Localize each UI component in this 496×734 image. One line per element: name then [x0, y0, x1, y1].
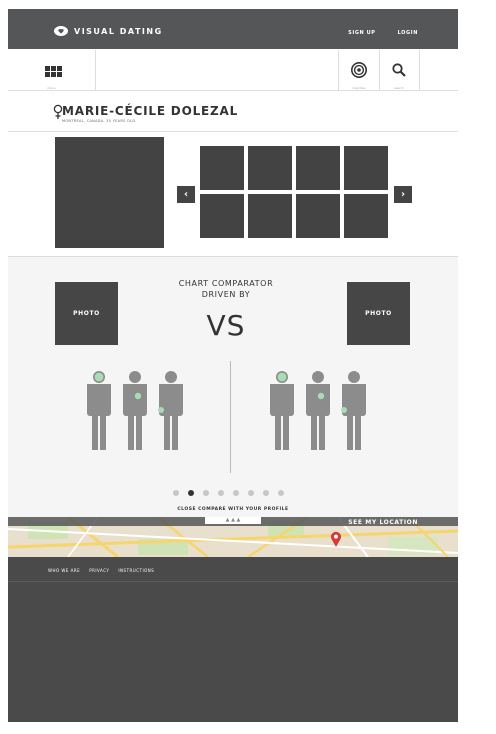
- person-figure-icon: [306, 371, 330, 450]
- photo-thumbnail[interactable]: [200, 146, 244, 190]
- person-figure-icon: [270, 371, 294, 450]
- matches-button[interactable]: matches: [338, 50, 380, 90]
- footer-link-instructions[interactable]: INSTRUCTIONS: [118, 568, 154, 573]
- photo-thumbnail[interactable]: [200, 194, 244, 238]
- carousel-dot[interactable]: [203, 490, 209, 496]
- see-location-link[interactable]: SEE MY LOCATION: [348, 519, 418, 526]
- right-people-figures: [270, 371, 366, 450]
- search-caption: search: [394, 86, 404, 90]
- photo-thumbnail[interactable]: [344, 146, 388, 190]
- profile-name: MARIE-CÉCILE DOLEZAL: [62, 104, 239, 118]
- profile-meta: MONTREAL, CANADA, 35 YEARS OLD: [62, 119, 136, 123]
- comparator-title: CHART COMPARATOR DRIVEN BY: [158, 278, 294, 300]
- photo-thumbnail[interactable]: [248, 194, 292, 238]
- photo-thumbnail[interactable]: [296, 194, 340, 238]
- footer-link-privacy[interactable]: PRIVACY: [89, 568, 109, 573]
- gallery-next-button[interactable]: ›: [394, 186, 412, 203]
- login-link[interactable]: LOGIN: [398, 30, 418, 36]
- main-profile-photo[interactable]: [55, 137, 164, 248]
- footer-divider: [8, 581, 458, 582]
- brand[interactable]: VISUAL DATING: [54, 26, 163, 36]
- photo-thumbnail[interactable]: [296, 146, 340, 190]
- photo-thumbnails: [200, 146, 388, 238]
- left-people-figures: [87, 371, 183, 450]
- vs-label: VS: [206, 309, 246, 342]
- photo-thumbnail[interactable]: [344, 194, 388, 238]
- carousel-dots: [173, 490, 284, 496]
- carousel-dot[interactable]: [263, 490, 269, 496]
- carousel-dot[interactable]: [218, 490, 224, 496]
- left-photo-placeholder[interactable]: PHOTO: [55, 282, 118, 345]
- menu-caption: menu: [47, 86, 56, 90]
- grid-menu-icon: [45, 66, 63, 78]
- search-icon: [392, 63, 406, 77]
- icon-toolbar: menu matches search: [8, 50, 458, 91]
- map-expand-toggle[interactable]: ▲ ▲ ▲: [205, 517, 261, 524]
- eye-heart-icon: [54, 26, 68, 36]
- comparator-divider: [230, 361, 231, 473]
- top-header: VISUAL DATING SIGN UP LOGIN: [8, 9, 458, 49]
- person-figure-icon: [341, 371, 366, 450]
- gallery-prev-button[interactable]: ‹: [177, 186, 195, 203]
- search-button[interactable]: search: [379, 50, 420, 90]
- carousel-dot[interactable]: [233, 490, 239, 496]
- target-icon: [351, 62, 367, 78]
- right-photo-placeholder[interactable]: PHOTO: [347, 282, 410, 345]
- matches-caption: matches: [352, 86, 366, 90]
- chart-comparator-panel: PHOTO CHART COMPARATOR DRIVEN BY VS PHOT…: [8, 256, 458, 519]
- menu-button[interactable]: menu: [8, 50, 96, 90]
- footer: WHO WE ARE PRIVACY INSTRUCTIONS: [8, 557, 458, 722]
- location-map[interactable]: ▲ ▲ ▲ SEE MY LOCATION: [8, 517, 458, 557]
- carousel-dot[interactable]: [173, 490, 179, 496]
- brand-label: VISUAL DATING: [74, 26, 163, 36]
- person-figure-icon: [87, 371, 111, 450]
- carousel-dot[interactable]: [278, 490, 284, 496]
- page-frame: VISUAL DATING SIGN UP LOGIN menu matches: [8, 9, 458, 722]
- close-compare-link[interactable]: CLOSE COMPARE WITH YOUR PROFILE: [128, 507, 338, 512]
- footer-link-who-we-are[interactable]: WHO WE ARE: [48, 568, 80, 573]
- footer-links: WHO WE ARE PRIVACY INSTRUCTIONS: [48, 568, 154, 573]
- map-pin-icon: [331, 531, 341, 547]
- comparator-title-line2: DRIVEN BY: [201, 290, 251, 299]
- profile-header: MARIE-CÉCILE DOLEZAL MONTREAL, CANADA, 3…: [8, 94, 458, 132]
- auth-links: SIGN UP LOGIN: [348, 30, 418, 36]
- carousel-dot[interactable]: [248, 490, 254, 496]
- carousel-dot[interactable]: [188, 490, 194, 496]
- photo-thumbnail[interactable]: [248, 146, 292, 190]
- signup-link[interactable]: SIGN UP: [348, 30, 375, 36]
- comparator-title-line1: CHART COMPARATOR: [178, 279, 274, 288]
- person-figure-icon: [158, 371, 183, 450]
- person-figure-icon: [123, 371, 147, 450]
